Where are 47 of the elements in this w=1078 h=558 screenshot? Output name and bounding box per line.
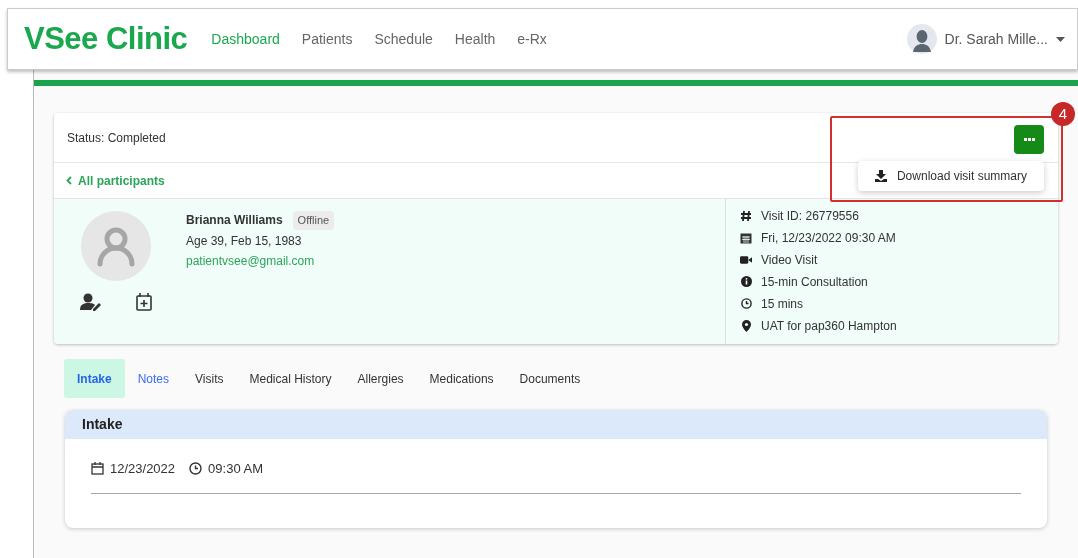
- tab[interactable]: Documents: [506, 359, 594, 398]
- download-icon: [874, 170, 887, 182]
- nav-link[interactable]: Dashboard: [211, 28, 280, 50]
- caret-icon: [1056, 36, 1065, 42]
- visit-status: Status: Completed: [67, 129, 166, 147]
- tab[interactable]: Intake: [64, 359, 125, 398]
- tab[interactable]: Medical History: [236, 359, 345, 398]
- patient-name: Brianna Williams: [186, 212, 283, 230]
- nav-link[interactable]: Schedule: [374, 28, 433, 50]
- menu-item[interactable]: Download visit summary: [857, 163, 1044, 189]
- map-pin-icon: [741, 319, 751, 332]
- visit-detail: Video Visit: [761, 251, 818, 269]
- edit-user-icon[interactable]: [80, 293, 102, 311]
- calendar-icon: [91, 462, 104, 476]
- visit-detail: 15-min Consultation: [761, 273, 868, 291]
- calendar-icon: [740, 231, 752, 244]
- visit-detail: 15 mins: [761, 295, 804, 313]
- chevron-left-icon: [66, 176, 72, 185]
- calendar-add-icon[interactable]: [136, 293, 152, 311]
- more-icon: [1023, 138, 1035, 141]
- nav-link[interactable]: Patients: [301, 28, 353, 50]
- visit-detail: UAT for pap360 Hampton: [761, 317, 897, 335]
- clock-icon: [740, 298, 752, 309]
- tab[interactable]: Visits: [182, 359, 237, 398]
- video-camera-icon: [740, 254, 752, 265]
- presence-badge: Offline: [292, 211, 335, 230]
- tab[interactable]: Notes: [124, 359, 183, 398]
- info-icon: [740, 276, 752, 287]
- visit-detail: Visit ID: 26779556: [761, 207, 859, 225]
- patient-email[interactable]: patientvsee@gmail.com: [186, 251, 335, 270]
- intake-time: 09:30 AM: [208, 460, 263, 478]
- visit-detail: Fri, 12/23/2022 09:30 AM: [761, 229, 896, 247]
- clock-icon: [189, 462, 203, 476]
- hash-icon: [740, 209, 752, 222]
- patient-age: Age 39, Feb 15, 1983: [186, 232, 303, 250]
- intake-date: 12/23/2022: [110, 460, 176, 478]
- more-button[interactable]: [1014, 125, 1044, 154]
- tab[interactable]: Allergies: [344, 359, 417, 398]
- nav-link[interactable]: e-Rx: [517, 28, 547, 50]
- user-avatar-icon: [906, 24, 937, 54]
- back-link[interactable]: All participants: [66, 171, 165, 190]
- app-logo: VSee Clinic: [24, 19, 188, 58]
- section-title: Intake: [82, 415, 123, 434]
- tab[interactable]: Medications: [416, 359, 507, 398]
- step-badge: 4: [1051, 102, 1075, 126]
- user-menu[interactable]: Dr. Sarah Mille...: [906, 24, 1065, 54]
- nav-link[interactable]: Health: [454, 28, 496, 50]
